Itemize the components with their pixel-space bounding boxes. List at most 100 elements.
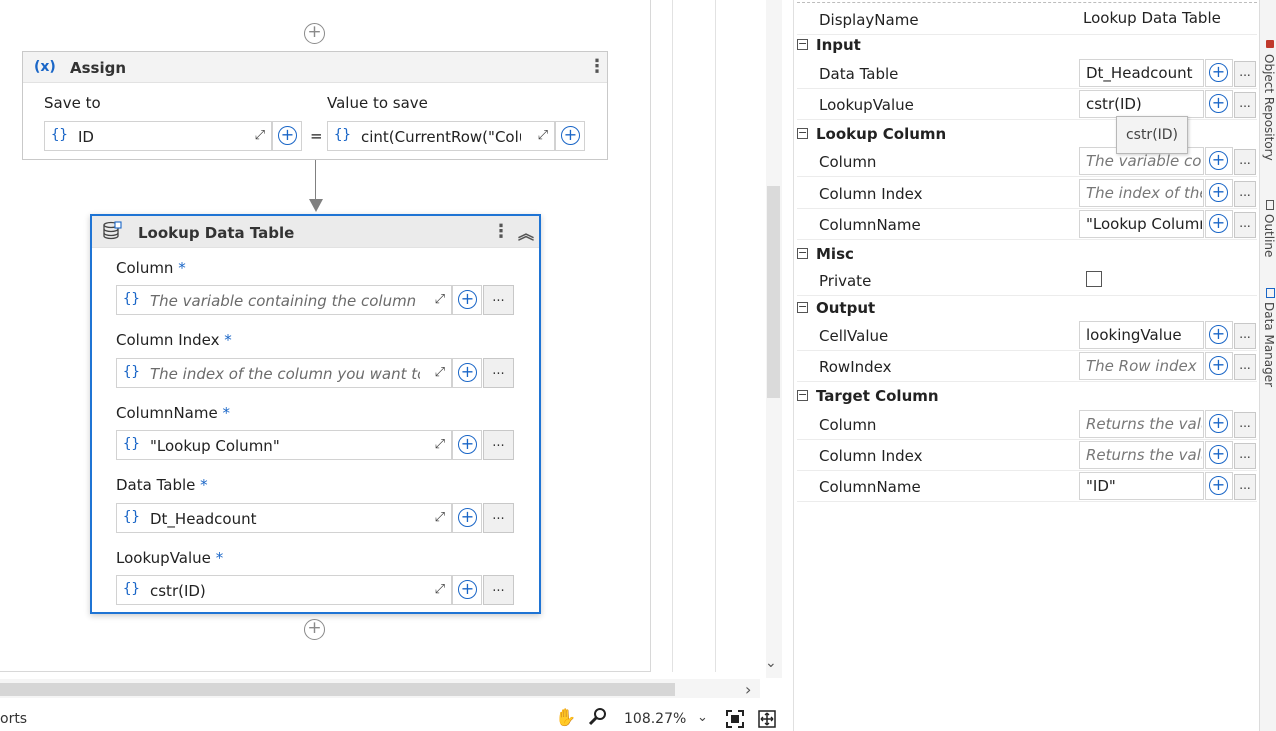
overview-icon[interactable] [758,710,776,728]
status-text[interactable]: orts [0,711,27,727]
prop-add-button[interactable]: + [1205,59,1233,87]
more-options-icon[interactable]: ⋮ [588,56,606,77]
prop-row-lc-column[interactable]: Column The variable conta + ... [797,146,1257,177]
lc-column-index-prop-input[interactable]: The index of the c [1079,179,1204,207]
prop-add-button[interactable]: + [1205,410,1233,438]
assign-activity[interactable]: (x) Assign ⋮ Save to Value to save {} ID… [22,51,608,160]
prop-browse-button[interactable]: ... [1234,474,1256,500]
column-index-add-button[interactable]: + [452,358,482,388]
prop-browse-button[interactable]: ... [1234,212,1256,238]
scroll-down-icon[interactable]: ⌄ [765,655,777,671]
row-index-prop-input[interactable]: The Row index of [1079,352,1204,380]
column-browse-button[interactable]: ... [483,285,514,315]
prop-row-row-index[interactable]: RowIndex The Row index of + ... [797,351,1257,382]
column-name-input[interactable]: {} "Lookup Column" ⤢ [116,430,452,460]
tab-object-repository[interactable]: Object Repository [1262,54,1276,161]
column-name-add-button[interactable]: + [452,430,482,460]
prop-add-button[interactable]: + [1205,441,1233,469]
prop-row-lookup-value[interactable]: LookupValue cstr(ID) + ... [797,89,1257,120]
collapse-icon[interactable]: − [797,247,808,259]
lookup-value-prop-input[interactable]: cstr(ID) [1079,90,1204,118]
prop-row-tc-column-name[interactable]: ColumnName "ID" + ... [797,471,1257,502]
tc-column-name-prop-input[interactable]: "ID" [1079,472,1204,500]
value-to-save-add-button[interactable]: + [555,121,585,151]
lookup-data-table-activity[interactable]: Lookup Data Table ⋮ ︽ Column * {} The va… [90,214,541,614]
data-table-input[interactable]: {} Dt_Headcount ⤢ [116,503,452,533]
lookup-value-add-button[interactable]: + [452,575,482,605]
prop-browse-button[interactable]: ... [1234,323,1256,349]
expand-icon[interactable]: ⤢ [255,128,265,143]
add-activity-top-icon[interactable]: + [304,23,325,44]
column-add-button[interactable]: + [452,285,482,315]
value-to-save-input[interactable]: {} cint(CurrentRow("Colu ⤢ [327,121,555,151]
prop-browse-button[interactable]: ... [1234,412,1256,438]
data-table-browse-button[interactable]: ... [483,503,514,533]
tc-column-prop-input[interactable]: Returns the value [1079,410,1204,438]
column-index-browse-button[interactable]: ... [483,358,514,388]
lookup-value-browse-button[interactable]: ... [483,575,514,605]
prop-add-button[interactable]: + [1205,352,1233,380]
column-name-browse-button[interactable]: ... [483,430,514,460]
lookup-value-input[interactable]: {} cstr(ID) ⤢ [116,575,452,605]
prop-add-button[interactable]: + [1205,179,1233,207]
prop-row-lc-column-index[interactable]: Column Index The index of the c + ... [797,178,1257,209]
category-lookup-column[interactable]: − Lookup Column [797,124,1257,146]
save-to-input[interactable]: {} ID ⤢ [44,121,272,151]
data-table-add-button[interactable]: + [452,503,482,533]
prop-browse-button[interactable]: ... [1234,443,1256,469]
prop-add-button[interactable]: + [1205,472,1233,500]
collapse-icon[interactable]: − [797,38,808,50]
collapse-icon[interactable]: − [797,389,808,401]
category-target-column[interactable]: − Target Column [797,386,1257,408]
prop-row-tc-column-index[interactable]: Column Index Returns the value + ... [797,440,1257,471]
more-options-icon[interactable]: ⋮ [492,221,510,242]
category-misc[interactable]: − Misc [797,244,1257,266]
category-input[interactable]: − Input [797,35,1257,57]
expand-icon[interactable]: ⤢ [435,292,445,307]
horizontal-scroll-thumb[interactable] [0,683,675,696]
fit-to-screen-icon[interactable] [726,710,744,728]
lc-column-name-prop-input[interactable]: "Lookup Column" [1079,210,1204,238]
expand-icon[interactable]: ⤢ [538,128,548,143]
cell-value-prop-input[interactable]: lookingValue [1079,321,1204,349]
prop-browse-button[interactable]: ... [1234,61,1256,87]
expand-icon[interactable]: ⤢ [435,510,445,525]
collapse-icon[interactable]: − [797,301,808,313]
prop-browse-button[interactable]: ... [1234,92,1256,118]
prop-row-cell-value[interactable]: CellValue lookingValue + ... [797,320,1257,351]
hand-pan-icon[interactable]: ✋ [555,708,576,728]
prop-row-private[interactable]: Private [797,265,1257,296]
prop-add-button[interactable]: + [1205,321,1233,349]
prop-add-button[interactable]: + [1205,147,1233,175]
zoom-dropdown-chevron-icon[interactable]: ⌄ [697,710,708,725]
tab-data-manager[interactable]: Data Manager [1262,302,1276,387]
prop-browse-button[interactable]: ... [1234,354,1256,380]
expand-icon[interactable]: ⤢ [435,437,445,452]
collapse-chevron-up-icon[interactable]: ︽ [518,220,534,244]
prop-row-data-table[interactable]: Data Table Dt_Headcount + ... [797,58,1257,89]
prop-add-button[interactable]: + [1205,210,1233,238]
display-name-value[interactable]: Lookup Data Table [1083,9,1221,27]
tc-column-index-prop-input[interactable]: Returns the value [1079,441,1204,469]
prop-row-tc-column[interactable]: Column Returns the value + ... [797,409,1257,440]
add-activity-bottom-icon[interactable]: + [304,619,325,640]
zoom-search-icon[interactable] [588,707,608,727]
expand-icon[interactable]: ⤢ [435,582,445,597]
private-checkbox[interactable] [1086,271,1102,287]
column-index-input[interactable]: {} The index of the column you want to s… [116,358,452,388]
category-output[interactable]: − Output [797,298,1257,320]
prop-browse-button[interactable]: ... [1234,181,1256,207]
collapse-icon[interactable]: − [797,127,808,139]
data-table-prop-input[interactable]: Dt_Headcount [1079,59,1204,87]
vertical-scroll-thumb[interactable] [767,186,780,398]
prop-row-display-name[interactable]: DisplayName Lookup Data Table [797,4,1257,35]
save-to-add-button[interactable]: + [272,121,302,151]
prop-browse-button[interactable]: ... [1234,149,1256,175]
prop-add-button[interactable]: + [1205,90,1233,118]
tab-outline[interactable]: Outline [1262,214,1276,257]
prop-row-lc-column-name[interactable]: ColumnName "Lookup Column" + ... [797,209,1257,240]
expand-icon[interactable]: ⤢ [435,365,445,380]
column-input[interactable]: {} The variable containing the column yo… [116,285,452,315]
zoom-level[interactable]: 108.27% [624,711,686,727]
scroll-right-icon[interactable]: › [745,680,751,699]
